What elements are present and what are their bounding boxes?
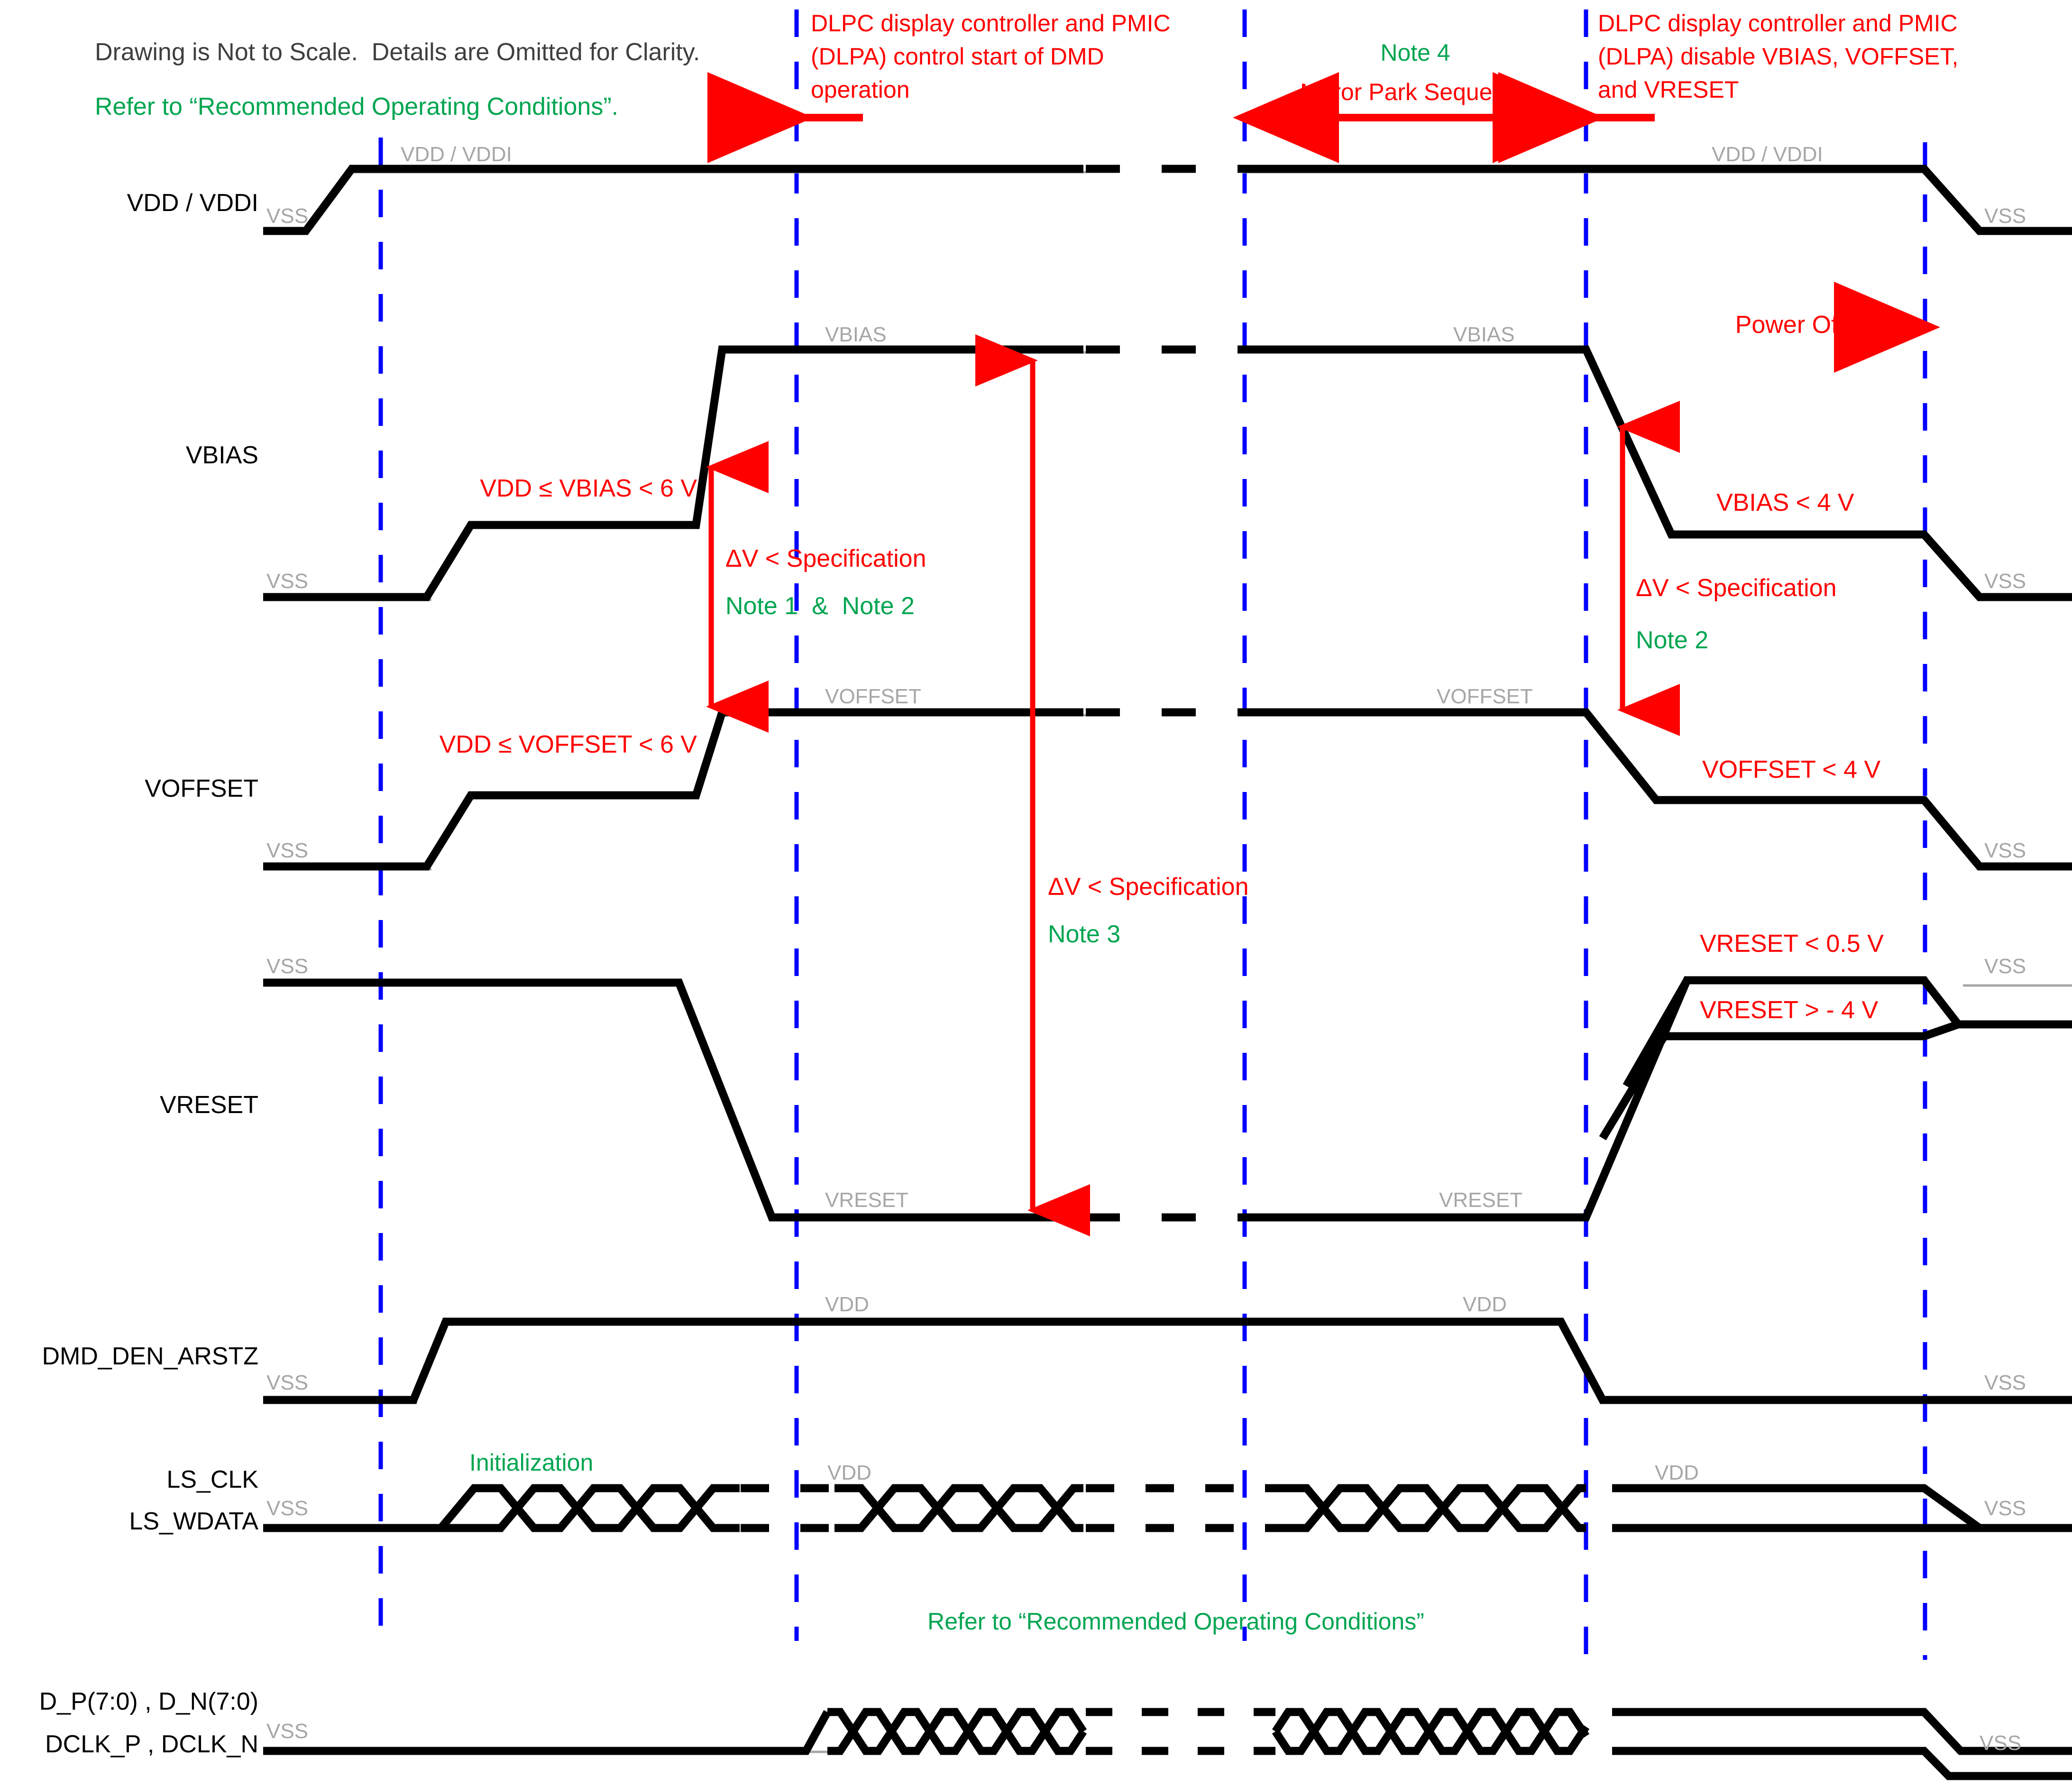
dv-spec-1-notes-label: Note 1 & Note 2 xyxy=(725,592,915,620)
timing-diagram-canvas: Drawing is Not to Scale. Details are Omi… xyxy=(0,0,2072,1786)
level-label-vbias-right: VBIAS xyxy=(1453,323,1515,346)
row-label-vreset: VRESET xyxy=(159,1091,258,1119)
level-label-vbias-left: VBIAS xyxy=(825,323,887,346)
row-label-vdd-vddi: VDD / VDDI xyxy=(127,189,258,217)
vreset-upper-limit-label: VRESET < 0.5 V xyxy=(1700,930,1884,957)
waveform-vbias xyxy=(263,345,2072,601)
level-label-vss-arstz-start: VSS xyxy=(266,1371,309,1394)
start-dmd-line2: (DLPA) control start of DMD xyxy=(811,43,1104,70)
level-label-vdd-vddi-right: VDD / VDDI xyxy=(1712,143,1823,166)
power-off-label: Power Off xyxy=(1735,311,1844,339)
level-label-vreset-left: VRESET xyxy=(825,1188,909,1212)
level-label-vss-vreset-start: VSS xyxy=(266,955,309,978)
refer-note-top: Refer to “Recommended Operating Conditio… xyxy=(95,93,619,120)
dv-spec-3-notes-label: Note 2 xyxy=(1636,626,1709,654)
voffset-rise-limit-label: VDD ≤ VOFFSET < 6 V xyxy=(439,731,697,758)
level-label-vdd-ls-right: VDD xyxy=(1655,1461,1699,1484)
waveform-data-dclk xyxy=(263,1708,2072,1780)
waveform-vdd-vddi xyxy=(263,165,2072,235)
vbias-fall-limit-label: VBIAS < 4 V xyxy=(1716,489,1854,516)
row-label-dclk: DCLK_P , DCLK_N xyxy=(45,1731,258,1758)
dv-spec-2-notes-label: Note 3 xyxy=(1048,921,1121,948)
waveform-layer xyxy=(263,9,2072,1780)
level-label-vss-vdd-end: VSS xyxy=(1984,204,2026,228)
disable-rails-line1: DLPC display controller and PMIC xyxy=(1598,10,1958,37)
level-label-vss-ls-end: VSS xyxy=(1984,1497,2026,1520)
voffset-fall-limit-label: VOFFSET < 4 V xyxy=(1702,756,1881,783)
level-label-vss-data-start: VSS xyxy=(266,1720,309,1743)
row-label-data-lanes: D_P(7:0) , D_N(7:0) xyxy=(39,1688,258,1715)
initialization-label: Initialization xyxy=(469,1449,594,1476)
mirror-park-label: Mirror Park Sequence xyxy=(1300,79,1531,105)
level-label-vss-voffset-end: VSS xyxy=(1984,839,2026,862)
level-label-vss-ls-start: VSS xyxy=(266,1497,309,1520)
mirror-park-note: Note 4 xyxy=(1380,39,1450,66)
waveform-data-break xyxy=(1086,1708,1275,1755)
vbias-rise-limit-label: VDD ≤ VBIAS < 6 V xyxy=(480,475,697,502)
level-label-vdd-arstz-left: VDD xyxy=(825,1293,869,1316)
waveform-dmd-den-arstz xyxy=(263,1317,2072,1404)
dv-spec-2-label: ΔV < Specification xyxy=(1048,873,1249,901)
level-label-vdd-ls-left: VDD xyxy=(827,1461,871,1484)
waveform-ls-clk-wdata xyxy=(263,1484,2072,1532)
level-label-vreset-right: VRESET xyxy=(1439,1188,1523,1212)
level-label-vss-vdd-start: VSS xyxy=(266,204,309,228)
row-label-dmd-den-arstz: DMD_DEN_ARSTZ xyxy=(42,1343,259,1370)
level-label-vdd-vddi-left: VDD / VDDI xyxy=(401,143,512,166)
level-label-voffset-left: VOFFSET xyxy=(825,685,921,708)
level-reference-lines xyxy=(266,171,2072,1753)
row-label-ls-wdata: LS_WDATA xyxy=(129,1508,258,1535)
scale-note: Drawing is Not to Scale. Details are Omi… xyxy=(95,38,700,66)
start-dmd-line1: DLPC display controller and PMIC xyxy=(811,10,1171,37)
disable-rails-line2: (DLPA) disable VBIAS, VOFFSET, xyxy=(1598,43,1959,70)
vreset-lower-limit-label: VRESET > - 4 V xyxy=(1700,996,1879,1024)
row-label-voffset: VOFFSET xyxy=(145,775,258,802)
disable-rails-line3: and VRESET xyxy=(1598,76,1739,103)
level-label-vss-vbias-end: VSS xyxy=(1984,570,2026,593)
marker-lines xyxy=(378,9,1927,1660)
row-label-vbias: VBIAS xyxy=(185,442,258,469)
level-label-vss-arstz-end: VSS xyxy=(1984,1371,2026,1394)
level-label-vss-voffset-start: VSS xyxy=(266,839,309,862)
dv-spec-3-label: ΔV < Specification xyxy=(1636,574,1837,602)
dv-spec-1-label: ΔV < Specification xyxy=(725,545,926,572)
level-label-vss-vreset-end: VSS xyxy=(1984,955,2026,978)
level-label-voffset-right: VOFFSET xyxy=(1437,685,1533,708)
level-label-vdd-arstz-right: VDD xyxy=(1463,1293,1507,1316)
start-dmd-line3: operation xyxy=(811,76,910,103)
level-label-vss-data-end: VSS xyxy=(1980,1731,2022,1755)
refer-note-bottom: Refer to “Recommended Operating Conditio… xyxy=(927,1608,1424,1635)
row-label-ls-clk: LS_CLK xyxy=(166,1466,258,1493)
level-label-vss-vbias-start: VSS xyxy=(266,570,309,593)
